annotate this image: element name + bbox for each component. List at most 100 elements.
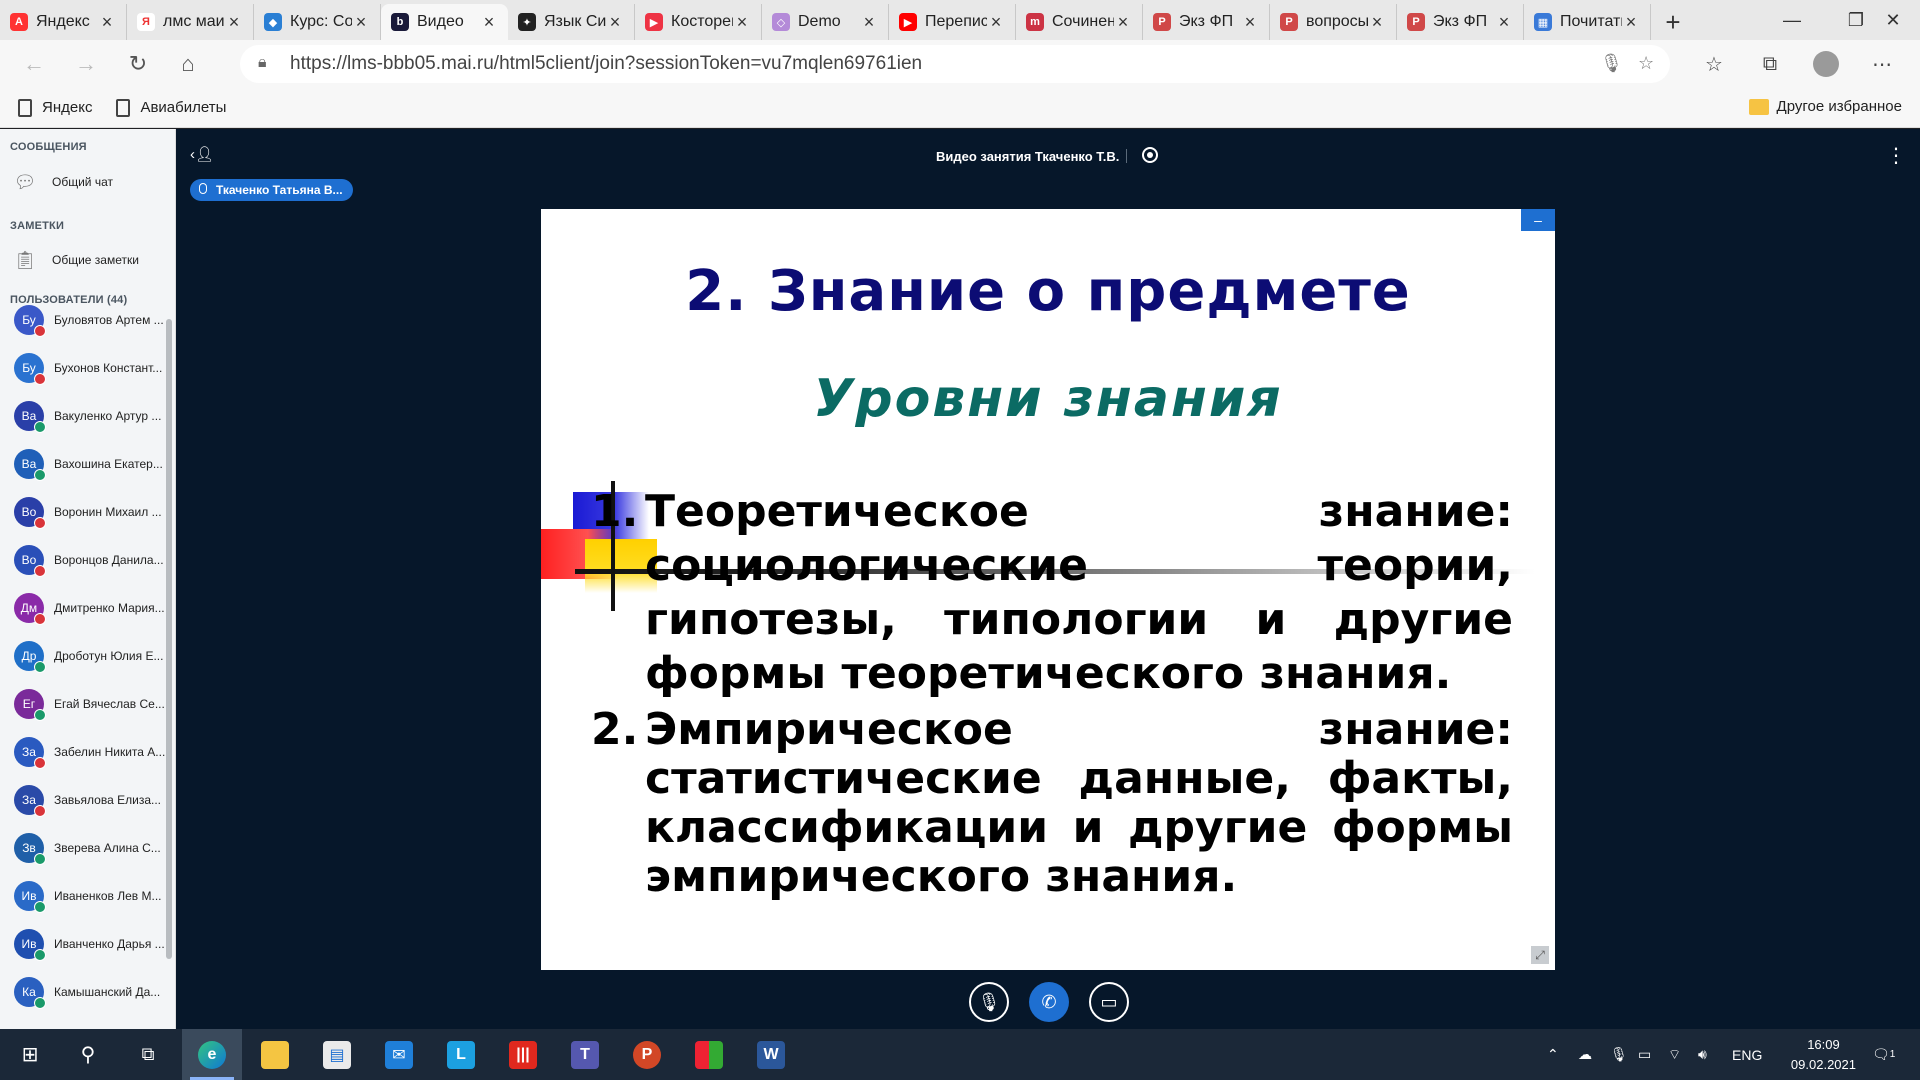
taskbar-teams[interactable]: T [555,1029,615,1080]
search-button[interactable]: ⚲ [58,1029,118,1080]
user-name: Егай Вячеслав Се... [54,697,165,711]
close-tab-icon[interactable]: × [1368,12,1386,33]
user-list-scrollbar[interactable] [166,319,172,959]
browser-tab[interactable]: b Видео × [381,4,508,40]
browser-tab[interactable]: m Сочинение× [1016,4,1143,40]
user-list-item[interactable]: Ег Егай Вячеслав Се... [14,684,170,724]
close-tab-icon[interactable]: × [733,12,751,33]
favorites-icon[interactable]: ☆ [1694,44,1734,84]
close-tab-icon[interactable]: × [1241,12,1259,33]
muted-mic-icon [34,805,46,817]
user-list-item[interactable]: Дм Дмитренко Мария... [14,588,170,628]
user-list-item[interactable]: Бу Бухонов Констант... [14,348,170,388]
collections-icon[interactable]: ⧉ [1750,44,1790,84]
volume-icon[interactable]: 🔊︎ [1698,1029,1707,1080]
close-tab-icon[interactable]: × [352,12,370,33]
browser-tab[interactable]: Pвопросы × [1270,4,1397,40]
user-list-item[interactable]: Ва Вахошина Екатер... [14,444,170,484]
close-tab-icon[interactable]: × [987,12,1005,33]
address-bar[interactable]: 🔒︎ https://lms-bbb05.mai.ru/html5client/… [240,45,1670,83]
taskbar-edge[interactable]: e [182,1029,242,1080]
taskbar-app-grid[interactable] [679,1029,739,1080]
close-tab-icon[interactable]: × [1114,12,1132,33]
home-button[interactable]: ⌂ [166,42,210,86]
taskbar-app-l[interactable]: L [431,1029,491,1080]
close-tab-icon[interactable]: × [225,12,243,33]
browser-tab[interactable]: ▶ Перепись× [889,4,1016,40]
taskbar-word[interactable]: W [741,1029,801,1080]
user-list-item[interactable]: За Завьялова Елиза... [14,780,170,820]
close-tab-icon[interactable]: × [606,12,624,33]
record-icon[interactable] [1142,147,1158,163]
browser-tab[interactable]: ▦ Почитать × [1524,4,1651,40]
public-chat-item[interactable]: 💬︎ Общий чат [14,172,113,192]
mic-tray-icon[interactable]: 🎙︎ [1610,1029,1628,1080]
avatar-initials: Во [21,505,37,519]
user-list-item[interactable]: Ка Камышанский Да... [14,972,170,1012]
battery-icon[interactable]: ▭ [1638,1029,1651,1080]
back-button[interactable]: ← [12,42,56,86]
bookmark-yandex[interactable]: Яндекс [18,98,92,117]
close-tab-icon[interactable]: × [98,12,116,33]
browser-tab[interactable]: P Экз ФП × [1143,4,1270,40]
taskbar-powerpoint[interactable]: P [617,1029,677,1080]
user-list-item[interactable]: Во Воронцов Данила... [14,540,170,580]
close-tab-icon[interactable]: × [1622,12,1640,33]
tab-title: Видео [417,13,464,30]
talking-indicator[interactable]: Ткаченко Татьяна В... [190,179,353,201]
bookmark-label: Авиабилеты [140,99,227,116]
other-favorites[interactable]: Другое избранное [1748,98,1902,115]
onedrive-icon[interactable]: ☁ [1578,1029,1592,1080]
user-list-item[interactable]: Зв Зверева Алина С... [14,828,170,868]
favorite-star-icon[interactable]: ☆ [1638,53,1654,74]
wifi-icon[interactable]: ⌔ [1668,1029,1681,1080]
fullscreen-icon[interactable]: ⤢ [1531,946,1549,964]
user-list-item[interactable]: Во Воронин Михаил ... [14,492,170,532]
tab-favicon-icon: ◇ [772,13,790,31]
user-list-item[interactable]: Бу Буловятов Артем ... [14,300,170,340]
settings-menu-icon[interactable]: ⋯ [1862,44,1902,84]
microphone-icon[interactable]: 🎙︎ [1600,53,1623,74]
avatar: Ва [14,401,46,433]
browser-tab[interactable]: ◇ Demo × [762,4,889,40]
user-list-item[interactable]: Др Дроботун Юлия Е... [14,636,170,676]
browser-tab[interactable]: ✦ Язык Си × [508,4,635,40]
taskbar-app-red[interactable]: ||| [493,1029,553,1080]
clock[interactable]: 16:09 09.02.2021 [1791,1035,1856,1075]
browser-tab[interactable]: P Экз ФП × [1397,4,1524,40]
language-indicator[interactable]: ENG [1732,1029,1762,1080]
taskbar-mail[interactable]: ✉ [369,1029,429,1080]
browser-tab[interactable]: ▶ Косторев × [635,4,762,40]
taskbar-explorer[interactable] [245,1029,305,1080]
toggle-userlist-icon[interactable]: ‹👤︎ [190,145,214,163]
user-list-item[interactable]: Ив Иваненков Лев М... [14,876,170,916]
taskbar-store[interactable]: ▤ [307,1029,367,1080]
browser-tab[interactable]: А Яндекс × [0,4,127,40]
minimize-presentation-button[interactable]: – [1521,209,1555,231]
shared-notes-item[interactable]: 📋︎ Общие заметки [14,250,139,270]
show-hidden-icons[interactable]: ⌃ [1547,1029,1559,1080]
notifications-button[interactable]: 🗨︎ 1 [1872,1029,1895,1080]
browser-tab[interactable]: Ялмс маи × [127,4,254,40]
audio-phone-button[interactable]: ✆ [1029,982,1069,1022]
reload-button[interactable]: ↻ [116,42,160,86]
minimize-button[interactable]: — [1760,0,1824,40]
browser-tab[interactable]: ◆ Курс: Социология× [254,4,381,40]
meeting-area: ‹👤︎ Видео занятия Ткаченко Т.В. ⋮ Ткачен… [176,129,1920,1029]
start-button[interactable]: ⊞ [0,1029,60,1080]
close-tab-icon[interactable]: × [1495,12,1513,33]
bookmark-aviabilety[interactable]: Авиабилеты [116,98,227,117]
mute-button[interactable]: 🎙︎ [969,982,1009,1022]
user-list-item[interactable]: Ив Иванченко Дарья ... [14,924,170,964]
user-list-item[interactable]: За Забелин Никита А... [14,732,170,772]
profile-avatar[interactable] [1806,44,1846,84]
options-menu-icon[interactable]: ⋮ [1886,143,1906,168]
forward-button[interactable]: → [64,42,108,86]
user-list-item[interactable]: Ва Вакуленко Артур ... [14,396,170,436]
close-tab-icon[interactable]: × [480,12,498,33]
task-view-button[interactable]: ⧉ [118,1029,178,1080]
share-camera-button[interactable]: ▭ [1089,982,1129,1022]
close-tab-icon[interactable]: × [860,12,878,33]
new-tab-button[interactable]: + [1651,4,1695,40]
close-window-button[interactable]: ✕ [1866,0,1920,40]
